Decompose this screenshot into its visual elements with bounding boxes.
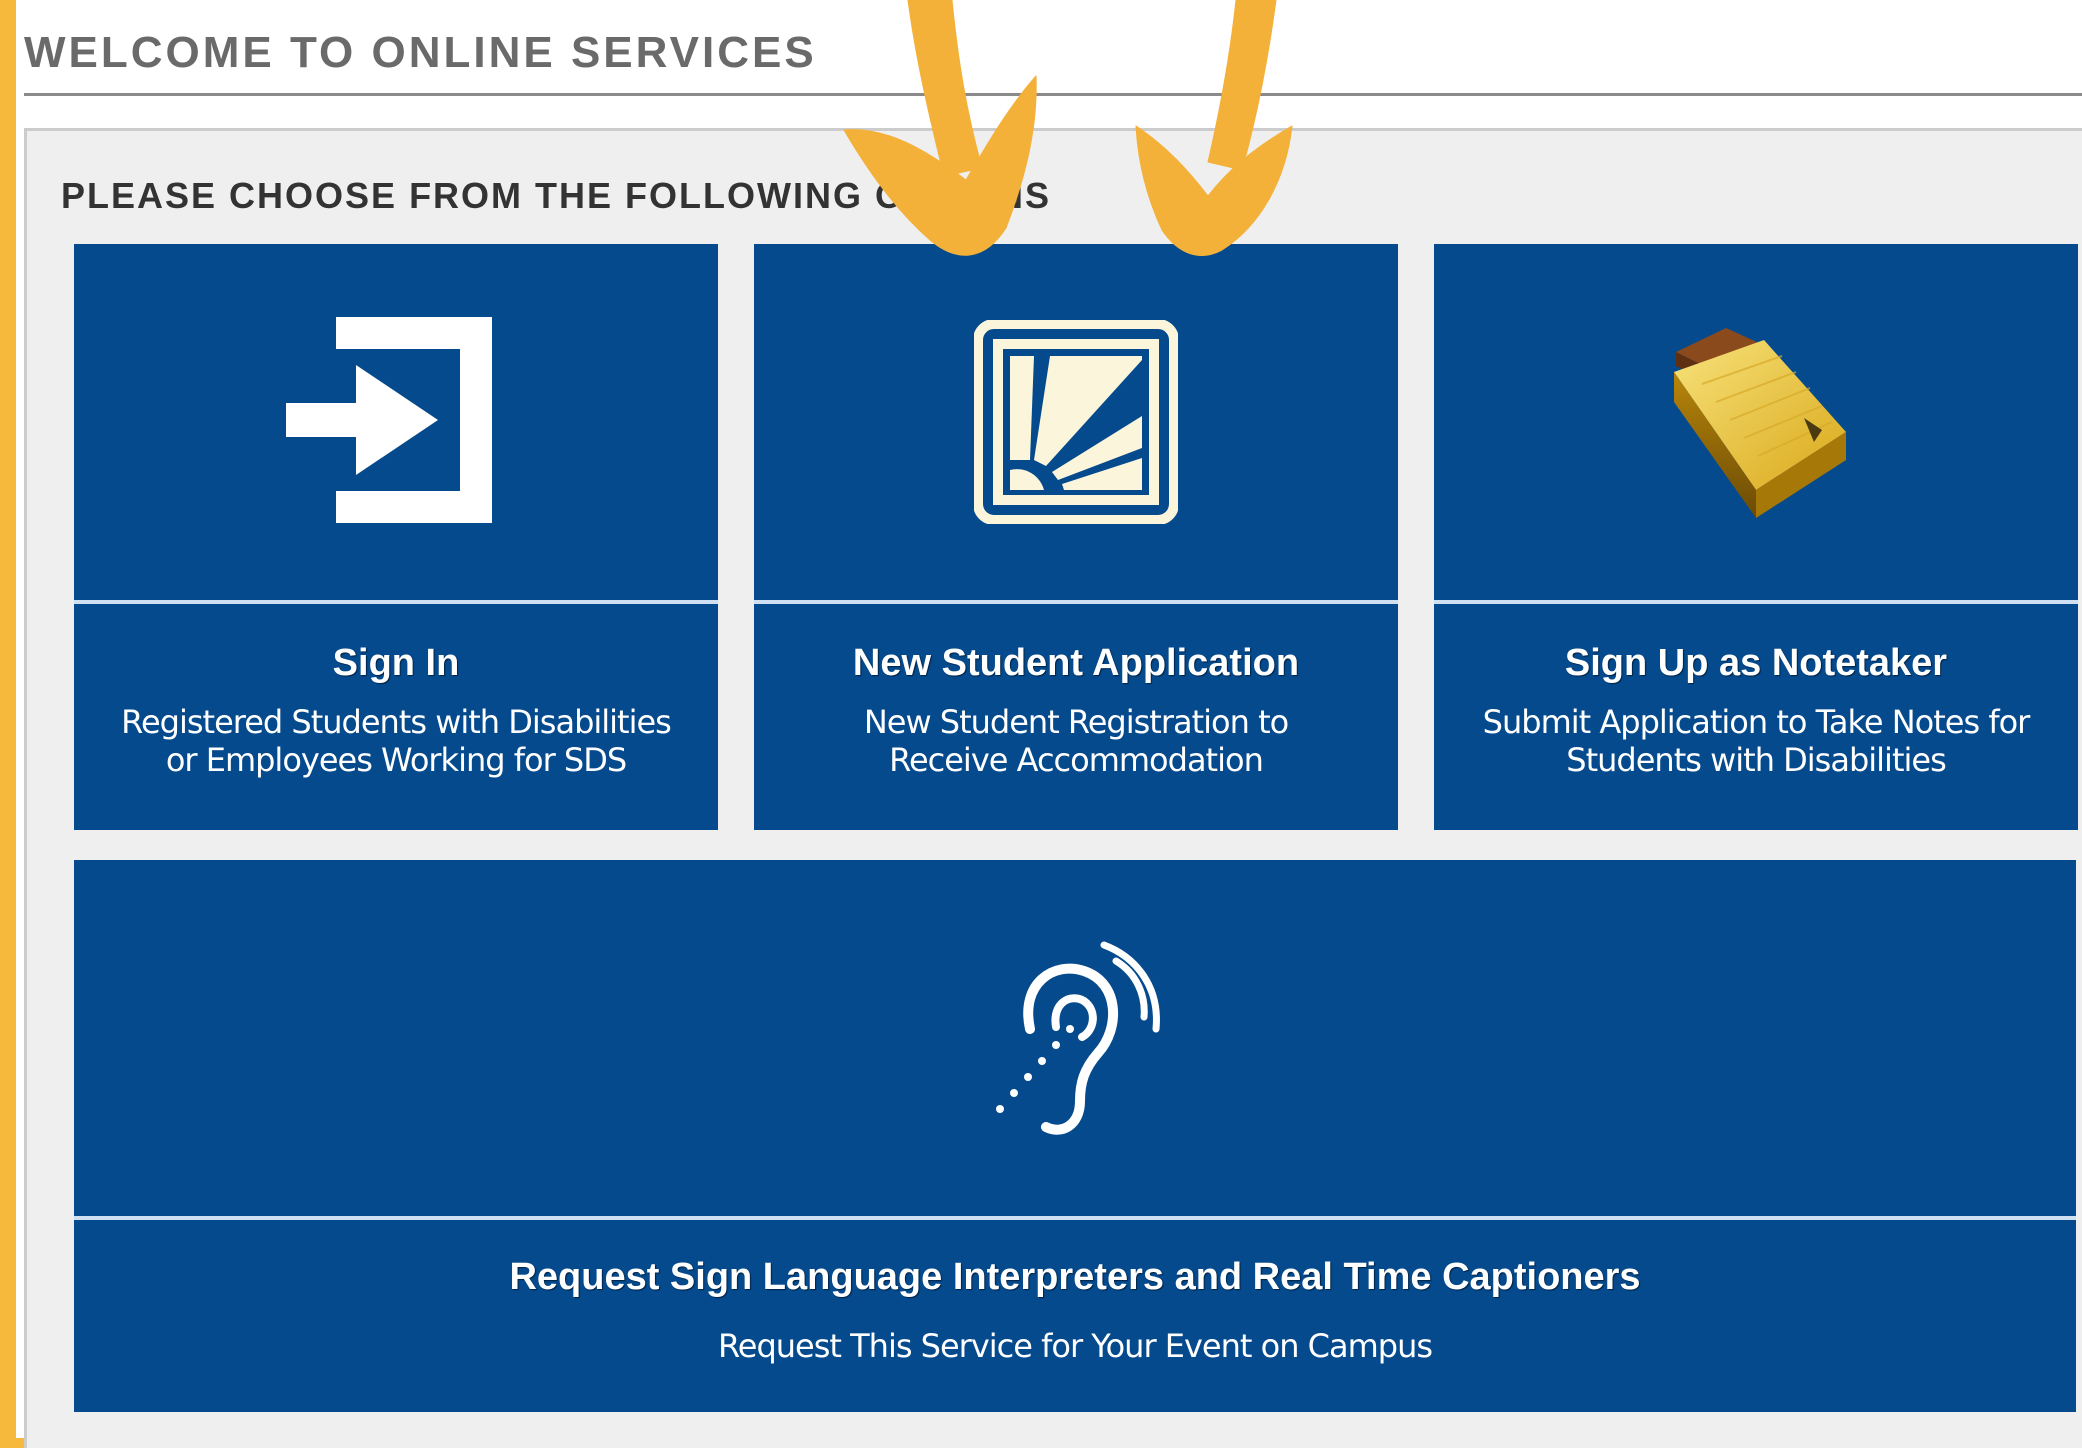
new-student-application-heading: New Student Application xyxy=(852,642,1300,684)
new-student-application-text: New Student Application New Student Regi… xyxy=(754,642,1398,779)
application-icon-area xyxy=(754,244,1398,600)
hearing-assistance-icon xyxy=(996,941,1160,1135)
sign-in-description: Registered Students with Disabilities or… xyxy=(121,703,672,779)
sign-in-icon-area xyxy=(74,244,718,600)
page: WELCOME TO ONLINE SERVICES PLEASE CHOOSE… xyxy=(16,0,2082,1448)
new-student-application-description: New Student Registration to Receive Acco… xyxy=(863,703,1289,779)
notetaker-tile[interactable]: Sign Up as Notetaker Submit Application … xyxy=(1434,244,2078,830)
notepad-icon-area xyxy=(1434,244,2078,600)
sign-in-heading: Sign In xyxy=(332,642,460,684)
interpreter-request-description: Request This Service for Your Event on C… xyxy=(717,1327,1433,1365)
title-divider xyxy=(24,93,2082,96)
application-icon xyxy=(974,320,1178,524)
page-title: WELCOME TO ONLINE SERVICES xyxy=(24,28,817,77)
tile-divider xyxy=(74,1216,2076,1220)
interpreter-request-tile[interactable]: Request Sign Language Interpreters and R… xyxy=(74,860,2076,1412)
sign-in-icon xyxy=(286,317,492,523)
tile-divider xyxy=(754,600,1398,604)
notepad-icon xyxy=(1674,328,1846,518)
hearing-assistance-icon-area xyxy=(74,860,2076,1216)
tile-divider xyxy=(74,600,718,604)
sign-in-text: Sign In Registered Students with Disabil… xyxy=(74,642,718,779)
notetaker-description: Submit Application to Take Notes for Stu… xyxy=(1482,703,2031,779)
panel-subtitle: PLEASE CHOOSE FROM THE FOLLOWING OPTIONS xyxy=(61,175,1052,216)
notetaker-heading: Sign Up as Notetaker xyxy=(1564,642,1948,684)
notetaker-text: Sign Up as Notetaker Submit Application … xyxy=(1434,642,2078,779)
interpreter-request-text: Request Sign Language Interpreters and R… xyxy=(74,1256,2076,1365)
sign-in-tile[interactable]: Sign In Registered Students with Disabil… xyxy=(74,244,718,830)
tile-divider xyxy=(1434,600,2078,604)
new-student-application-tile[interactable]: New Student Application New Student Regi… xyxy=(754,244,1398,830)
interpreter-request-heading: Request Sign Language Interpreters and R… xyxy=(509,1256,1641,1298)
